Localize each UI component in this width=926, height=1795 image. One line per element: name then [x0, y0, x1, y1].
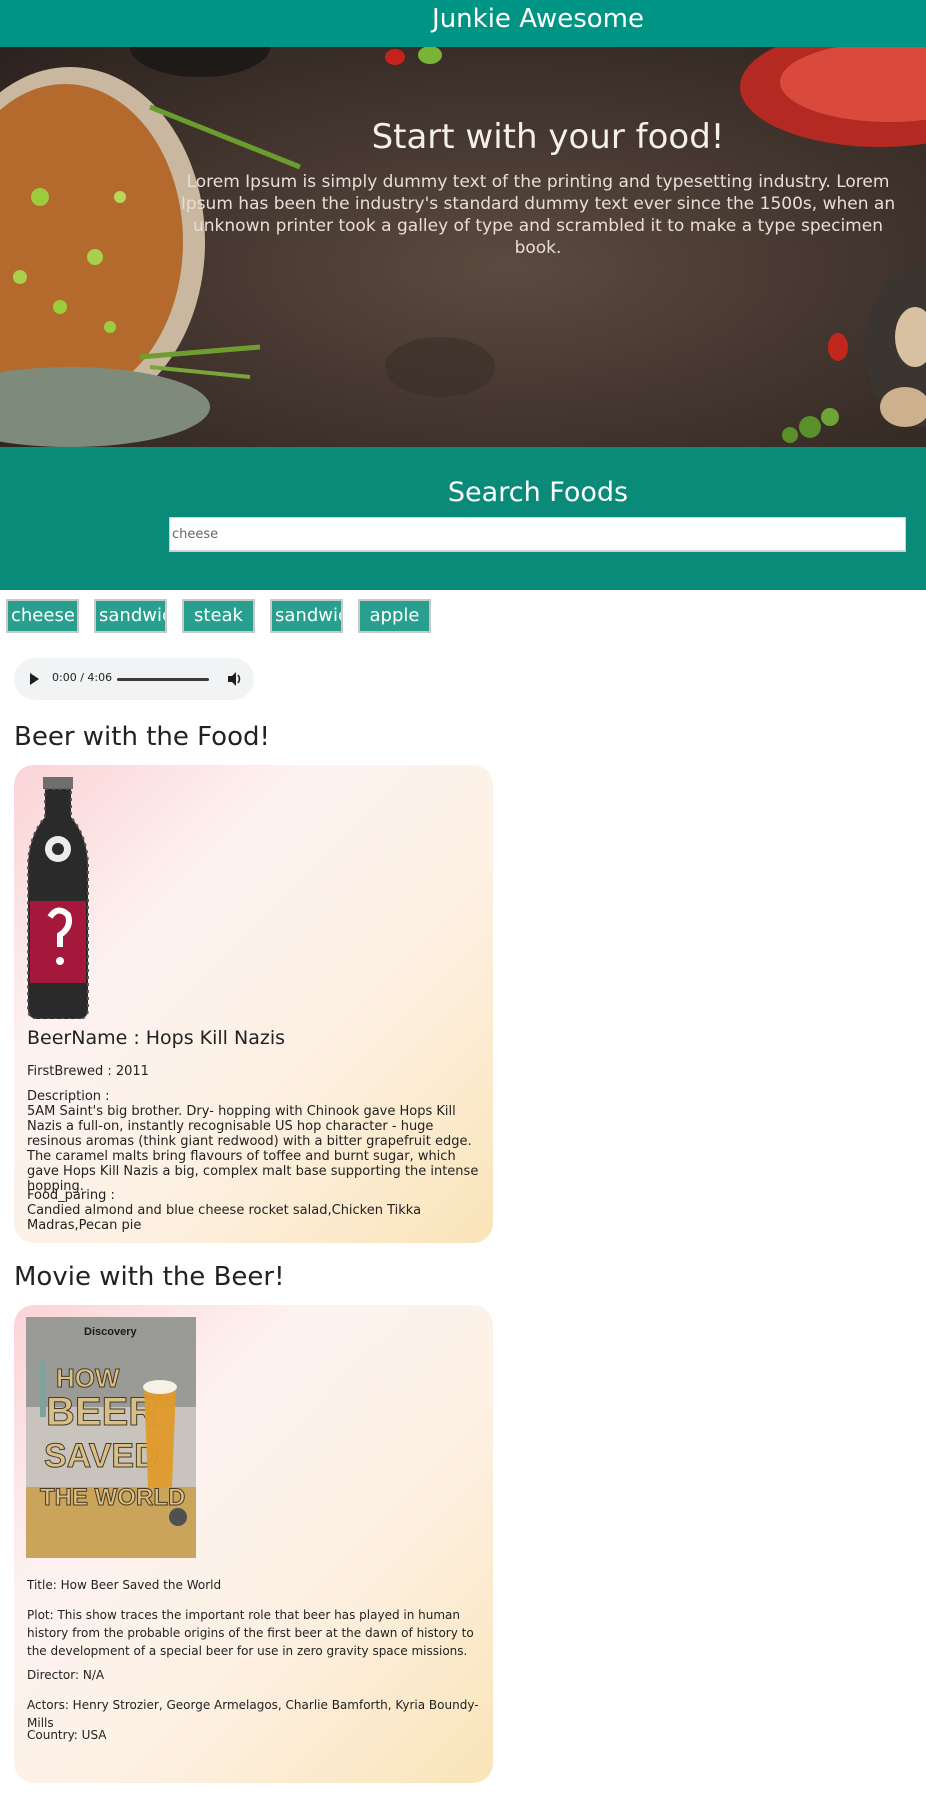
search-chip-steak[interactable]: steak: [182, 599, 255, 633]
movie-section-heading: Movie with the Beer!: [14, 1262, 285, 1292]
search-heading: Search Foods: [447, 477, 629, 508]
beer-section-heading: Beer with the Food!: [14, 722, 270, 752]
play-icon[interactable]: [30, 673, 39, 685]
beer-description-label: Description :: [27, 1089, 110, 1104]
search-chip-apple[interactable]: apple: [358, 599, 431, 633]
beer-card: BeerName : Hops Kill Nazis FirstBrewed :…: [14, 765, 493, 1243]
audio-time: 0:00 / 4:06: [52, 671, 113, 684]
beer-bottle-image: [27, 777, 89, 1019]
search-input[interactable]: [169, 517, 906, 552]
movie-director: Director: N/A: [27, 1668, 105, 1682]
navbar: Junkie Awesome: [0, 0, 926, 47]
poster-brand: Discovery: [84, 1326, 137, 1338]
audio-player: 0:00 / 4:06: [14, 658, 254, 700]
poster-line-1: HOW: [56, 1363, 120, 1393]
search-section: Search Foods: [0, 447, 926, 590]
food-pairing-label: Food_paring :: [27, 1188, 115, 1203]
hero-description: Lorem Ipsum is simply dummy text of the …: [180, 172, 896, 258]
movie-country: Country: USA: [27, 1728, 107, 1742]
search-chip-sandwich[interactable]: sandwich: [94, 599, 167, 633]
volume-icon[interactable]: [226, 670, 244, 688]
poster-line-3: SAVED: [44, 1437, 159, 1475]
movie-title: Title: How Beer Saved the World: [27, 1578, 222, 1592]
audio-progress-slider[interactable]: [117, 678, 209, 681]
beer-description: 5AM Saint's big brother. Dry- hopping wi…: [27, 1104, 479, 1194]
hero-heading: Start with your food!: [371, 117, 725, 157]
poster-line-2: BEER: [46, 1390, 157, 1434]
search-chip-cheese[interactable]: cheese: [6, 599, 79, 633]
movie-plot: Plot: This show traces the important rol…: [27, 1608, 474, 1658]
beer-first-brewed: FirstBrewed : 2011: [27, 1064, 149, 1079]
food-pairing-value: Candied almond and blue cheese rocket sa…: [27, 1203, 422, 1233]
movie-card: Discovery HOW BEER SAVED THE WORLD Title…: [14, 1305, 493, 1783]
beer-name: BeerName : Hops Kill Nazis: [27, 1027, 286, 1049]
app-title: Junkie Awesome: [432, 4, 644, 34]
search-chip-sandwich-2[interactable]: sandwich: [270, 599, 343, 633]
movie-poster-image: Discovery HOW BEER SAVED THE WORLD: [26, 1317, 196, 1558]
hero-banner: Start with your food! Lorem Ipsum is sim…: [0, 47, 926, 447]
poster-line-4: THE WORLD: [40, 1484, 185, 1511]
